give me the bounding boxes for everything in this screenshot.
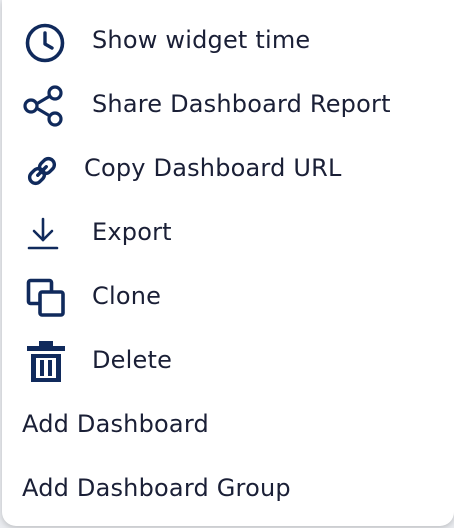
menu-item-show-widget-time[interactable]: Show widget time [2,12,454,72]
menu-item-label: Delete [92,346,173,374]
menu-item-label: Add Dashboard [22,410,209,438]
share-icon [22,85,66,127]
menu-item-label: Share Dashboard Report [92,90,391,118]
download-icon [26,216,60,252]
clone-icon [26,278,66,318]
menu-item-label: Clone [92,282,162,310]
menu-item-copy-dashboard-url[interactable]: Copy Dashboard URL [2,140,454,200]
menu-item-add-dashboard[interactable]: Add Dashboard [2,396,454,456]
menu-item-add-dashboard-group[interactable]: Add Dashboard Group [2,460,454,520]
menu-item-label: Show widget time [92,26,311,54]
menu-item-label: Export [92,218,172,246]
menu-item-label: Copy Dashboard URL [84,154,342,182]
link-icon [24,154,60,188]
menu-item-delete[interactable]: Delete [2,332,454,392]
menu-item-label: Add Dashboard Group [22,474,291,502]
trash-icon [26,340,66,384]
menu-item-share-dashboard-report[interactable]: Share Dashboard Report [2,76,454,136]
menu-item-clone[interactable]: Clone [2,268,454,328]
clock-icon [24,22,66,64]
dashboard-actions-menu: Show widget time Share Dashboard Report [2,0,454,526]
menu-item-export[interactable]: Export [2,204,454,264]
